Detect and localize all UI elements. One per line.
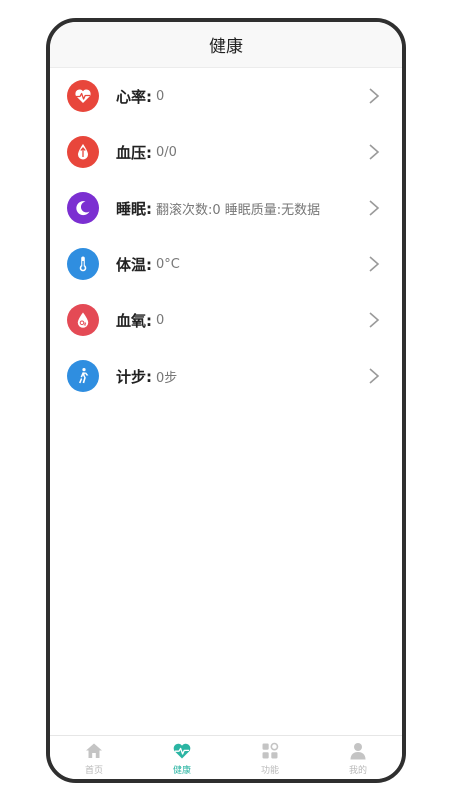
heart-pulse-icon (67, 80, 99, 112)
item-label: 睡眠: (116, 199, 152, 218)
walking-icon (67, 360, 99, 392)
moon-zz-icon (67, 192, 99, 224)
list-item-blood-pressure[interactable]: 血压: 0/0 (50, 124, 402, 180)
chevron-right-icon (368, 199, 380, 217)
tab-label: 首页 (84, 766, 103, 776)
health-list: 心率: 0 血压: 0/0 睡眠: 翻滚次数:0 睡眠质量:无数据 体温: 0°… (50, 68, 402, 404)
list-item-blood-oxygen[interactable]: 血氧: 0 (50, 292, 402, 348)
item-value: 0/0 (156, 144, 177, 160)
tab-label: 我的 (348, 766, 367, 776)
item-label: 计步: (116, 367, 152, 386)
item-value: 翻滚次数:0 睡眠质量:无数据 (156, 202, 321, 218)
chevron-right-icon (368, 367, 380, 385)
item-value: 0步 (156, 370, 178, 386)
blood-drop-arrow-icon (67, 136, 99, 168)
item-value: 0 (156, 88, 165, 104)
item-label: 血压: (116, 143, 152, 162)
tab-label: 功能 (260, 766, 279, 776)
tab-health[interactable]: 健康 (138, 736, 226, 779)
chevron-right-icon (368, 311, 380, 329)
grid-icon (260, 741, 280, 761)
list-item-temperature[interactable]: 体温: 0°C (50, 236, 402, 292)
thermometer-icon (67, 248, 99, 280)
phone-frame: 健康 心率: 0 血压: 0/0 睡眠: 翻滚次数:0 睡眠质量:无数据 体温:… (46, 18, 406, 783)
chevron-right-icon (368, 87, 380, 105)
list-item-heart-rate[interactable]: 心率: 0 (50, 68, 402, 124)
item-label: 体温: (116, 255, 152, 274)
tab-mine[interactable]: 我的 (314, 736, 402, 779)
item-label: 心率: (116, 87, 152, 106)
bottom-tab-bar: 首页 健康 功能 我的 (50, 735, 402, 779)
list-item-sleep[interactable]: 睡眠: 翻滚次数:0 睡眠质量:无数据 (50, 180, 402, 236)
chevron-right-icon (368, 255, 380, 273)
oxygen-drop-icon (67, 304, 99, 336)
list-item-steps[interactable]: 计步: 0步 (50, 348, 402, 404)
item-value: 0 (156, 312, 165, 328)
item-label: 血氧: (116, 311, 152, 330)
tab-features[interactable]: 功能 (226, 736, 314, 779)
tab-label: 健康 (172, 766, 191, 776)
person-icon (348, 741, 368, 761)
tab-home[interactable]: 首页 (50, 736, 138, 779)
page-title: 健康 (209, 37, 243, 57)
top-bar: 健康 (50, 22, 402, 68)
home-icon (84, 741, 104, 761)
heart-pulse-icon (172, 741, 192, 761)
chevron-right-icon (368, 143, 380, 161)
item-value: 0°C (156, 256, 180, 272)
